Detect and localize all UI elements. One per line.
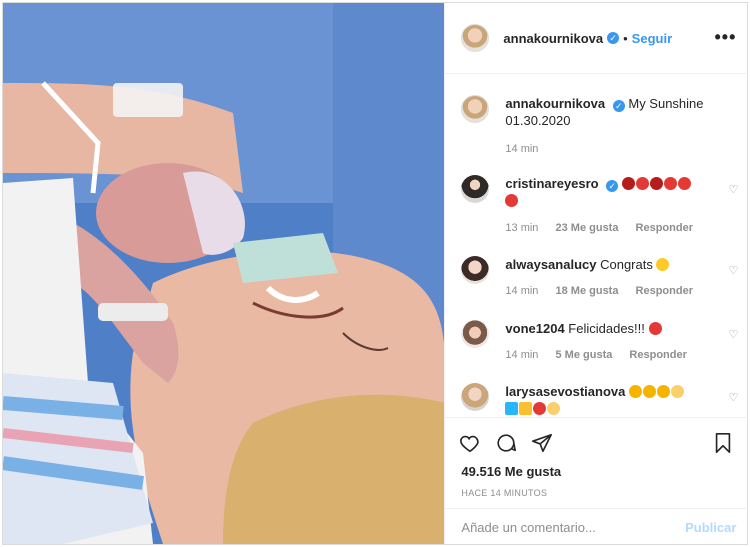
- like-comment-icon[interactable]: ♡: [729, 328, 739, 341]
- comment-avatar[interactable]: [461, 256, 490, 284]
- clapping-emojis: [629, 384, 685, 399]
- comment-username[interactable]: vone1204: [505, 321, 564, 336]
- comment-likes[interactable]: 5 Me gusta: [556, 349, 613, 361]
- post-header: annakournikova ✓ • Seguir •••: [445, 3, 749, 74]
- comment-item: cristinareyesro ✓ 13 min 23 Me gusta Res…: [461, 175, 739, 234]
- comment-likes[interactable]: 18 Me gusta: [556, 285, 619, 297]
- share-send-icon[interactable]: [531, 432, 553, 454]
- post-timestamp[interactable]: HACE 14 MINUTOS: [461, 488, 547, 498]
- like-heart-icon[interactable]: [459, 432, 481, 454]
- comment-text: Felicidades!!!: [568, 321, 645, 336]
- post-actions: 49.516 Me gusta HACE 14 MINUTOS Añade un…: [445, 417, 749, 545]
- publish-button[interactable]: Publicar: [685, 520, 736, 535]
- comment-username[interactable]: alwaysanalucy: [505, 257, 596, 272]
- comment-text: Congrats: [600, 257, 653, 272]
- photo-illustration: [3, 3, 445, 544]
- caption-username[interactable]: annakournikova: [505, 96, 605, 111]
- caption-avatar[interactable]: [461, 95, 490, 123]
- follow-button[interactable]: Seguir: [632, 31, 672, 46]
- broken-heart-emoji: [648, 322, 662, 335]
- comment-age[interactable]: 13 min: [505, 222, 538, 234]
- comment-likes[interactable]: 23 Me gusta: [556, 222, 619, 234]
- heart-eyes-emoji: [656, 258, 670, 271]
- more-icon[interactable]: •••: [715, 27, 737, 48]
- caption-age[interactable]: 14 min: [505, 143, 538, 155]
- caption-date: 01.30.2020: [505, 113, 571, 128]
- bookmark-icon[interactable]: [712, 432, 734, 454]
- comment-username[interactable]: larysasevostianova: [505, 384, 625, 399]
- comment-bubble-icon[interactable]: [495, 432, 517, 454]
- emoji-row: [505, 401, 561, 415]
- reply-button[interactable]: Responder: [636, 222, 693, 234]
- reply-button[interactable]: Responder: [636, 285, 693, 297]
- verified-icon: ✓: [612, 100, 625, 112]
- post-side-panel: annakournikova ✓ • Seguir ••• annakourni…: [444, 3, 749, 545]
- comments-list[interactable]: annakournikova ✓ My Sunshine 01.30.2020 …: [445, 75, 748, 415]
- hearts-emoji: [621, 176, 692, 191]
- post-photo[interactable]: [3, 3, 445, 544]
- caption-text: My Sunshine: [628, 96, 704, 111]
- author-username[interactable]: annakournikova: [503, 31, 603, 46]
- comment-age[interactable]: 14 min: [505, 349, 538, 361]
- like-comment-icon[interactable]: ♡: [729, 183, 739, 196]
- comment-avatar[interactable]: [461, 175, 490, 203]
- heart-emoji: [505, 194, 519, 207]
- separator-dot: •: [623, 30, 628, 46]
- avatar[interactable]: [461, 24, 490, 52]
- like-comment-icon[interactable]: ♡: [729, 391, 739, 404]
- comment-item: larysasevostianova ♡: [461, 383, 739, 415]
- like-comment-icon[interactable]: ♡: [729, 264, 739, 277]
- verified-icon: ✓: [606, 180, 619, 192]
- add-comment-bar: Añade un comentario... Publicar: [445, 508, 749, 545]
- comment-item: alwaysanalucy Congrats 14 min 18 Me gust…: [461, 256, 739, 297]
- likes-count[interactable]: 49.516 Me gusta: [461, 464, 561, 479]
- reply-button[interactable]: Responder: [629, 349, 686, 361]
- caption: annakournikova ✓ My Sunshine 01.30.2020 …: [461, 95, 736, 155]
- comment-avatar[interactable]: [461, 383, 490, 411]
- comment-item: vone1204 Felicidades!!! 14 min 5 Me gust…: [461, 320, 739, 361]
- comment-input[interactable]: Añade un comentario...: [461, 520, 595, 535]
- instagram-post: annakournikova ✓ • Seguir ••• annakourni…: [2, 2, 749, 545]
- comment-age[interactable]: 14 min: [505, 285, 538, 297]
- comment-username[interactable]: cristinareyesro: [505, 176, 598, 191]
- verified-icon: ✓: [607, 32, 620, 44]
- comment-avatar[interactable]: [461, 320, 490, 348]
